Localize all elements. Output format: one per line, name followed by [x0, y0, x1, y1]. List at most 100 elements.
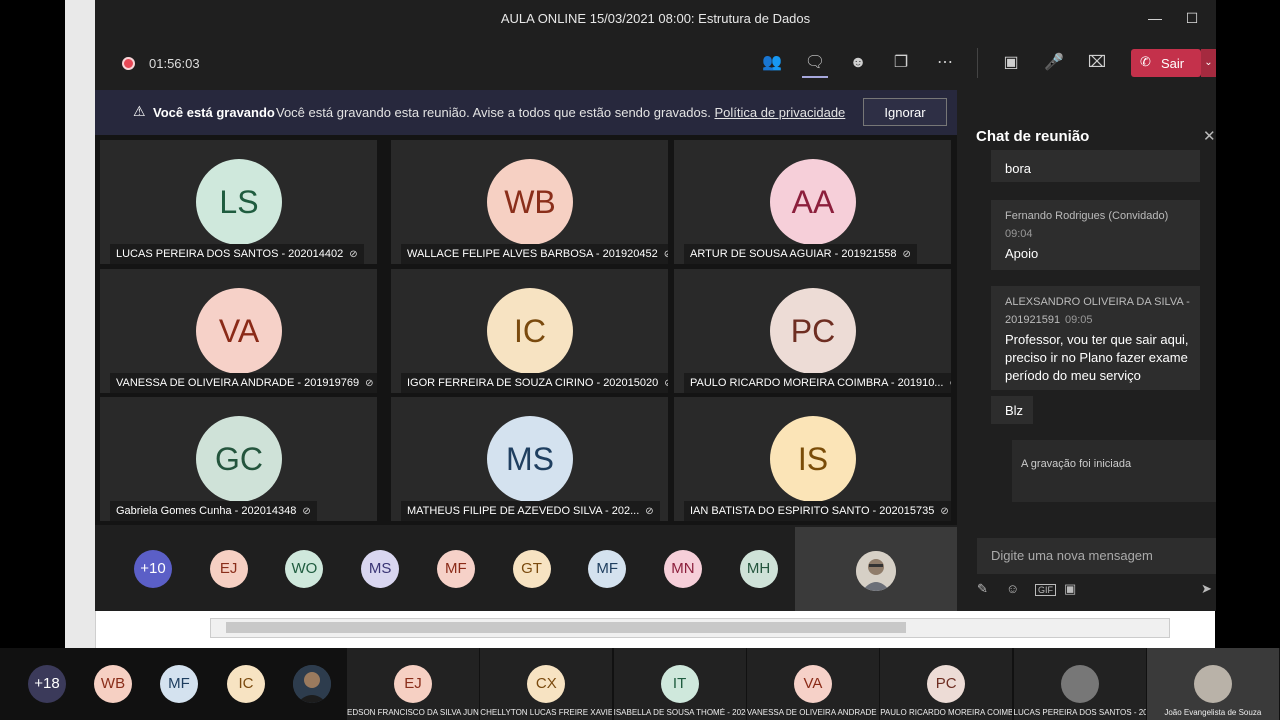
reactions-icon[interactable]: ☻: [845, 50, 871, 76]
participant-avatar[interactable]: MH: [739, 550, 778, 588]
participant-tile[interactable]: IC IGOR FERREIRA DE SOUZA CIRINO - 202015…: [391, 269, 668, 393]
leave-label: Sair: [1161, 56, 1185, 71]
participant-tile[interactable]: WB WALLACE FELIPE ALVES BARBOSA - 2019204…: [391, 140, 668, 264]
participant-avatar: PC: [927, 665, 966, 703]
participant-name: ARTUR DE SOUSA AGUIAR - 201921558 ⊘: [684, 244, 917, 264]
mic-muted-icon: ⊘: [645, 506, 654, 517]
chat-message: ALEXSANDRO OLIVEIRA DA SILVA - 201921591…: [991, 286, 1200, 390]
participant-name: LUCAS PEREIRA DOS SANTOS - 202...: [1013, 708, 1146, 717]
participant-avatar[interactable]: MF: [436, 550, 475, 588]
participant-name-text: IGOR FERREIRA DE SOUZA CIRINO - 20201502…: [407, 377, 659, 389]
participant-tile[interactable]: MS MATHEUS FILIPE DE AZEVEDO SILVA - 202.…: [391, 397, 668, 521]
minimize-icon[interactable]: —: [1145, 8, 1165, 28]
participant-avatar[interactable]: MF: [160, 665, 198, 703]
participant-avatar: AA: [770, 159, 856, 245]
leave-button[interactable]: ✆ Sair: [1131, 49, 1201, 77]
sticker-icon[interactable]: ▣: [1064, 581, 1076, 597]
maximize-icon[interactable]: ☐: [1182, 8, 1202, 28]
participant-tile[interactable]: LUCAS PEREIRA DOS SANTOS - 202...: [1013, 648, 1146, 720]
close-chat-icon[interactable]: ✕: [1203, 127, 1216, 145]
participant-name-text: PAULO RICARDO MOREIRA COIMBRA - 201910..…: [690, 377, 944, 389]
participant-tile[interactable]: AA ARTUR DE SOUSA AGUIAR - 201921558 ⊘: [674, 140, 951, 264]
chat-message: Fernando Rodrigues (Convidado) 09:04 Apo…: [991, 200, 1200, 270]
participant-name: VANESSA DE OLIVEIRA ANDRADE - 201919769 ⊘: [110, 373, 377, 393]
participant-avatar[interactable]: +18: [28, 665, 66, 703]
chat-message: bora: [991, 150, 1200, 182]
mic-muted-icon: ⊘: [663, 249, 668, 260]
participant-avatar: IT: [660, 665, 699, 703]
send-icon[interactable]: ➤: [1201, 581, 1212, 597]
emoji-icon[interactable]: ☺: [1006, 581, 1019, 596]
recording-indicator-icon: [122, 57, 135, 70]
participant-tile[interactable]: PC PAULO RICARDO MOREIRA COIMB...: [880, 648, 1013, 720]
participants-icon[interactable]: 👥: [759, 50, 785, 76]
participant-tile[interactable]: IT ISABELLA DE SOUSA THOMÉ - 2020...: [613, 648, 746, 720]
camera-off-icon[interactable]: ▣: [998, 50, 1024, 76]
participant-avatar: GC: [196, 416, 282, 502]
participant-name: VANESSA DE OLIVEIRA ANDRADE ...: [746, 708, 879, 717]
participant-tile[interactable]: João Evangelista de Souza: [1146, 648, 1279, 720]
participant-avatar: [1193, 665, 1232, 703]
self-video-tile[interactable]: [795, 527, 957, 611]
participant-avatar[interactable]: MS: [361, 550, 400, 588]
participant-avatar[interactable]: GT: [512, 550, 551, 588]
format-icon[interactable]: ✎: [977, 581, 988, 597]
leave-options-chevron-icon[interactable]: ⌄: [1201, 49, 1216, 77]
participant-tile[interactable]: PC PAULO RICARDO MOREIRA COIMBRA - 201910…: [674, 269, 951, 393]
mic-muted-icon: ⊘: [940, 506, 949, 517]
window-title: AULA ONLINE 15/03/2021 08:00: Estrutura …: [500, 11, 811, 26]
message-author: Fernando Rodrigues (Convidado): [1005, 210, 1169, 222]
mic-muted-icon: ⊘: [902, 249, 911, 260]
participant-tile[interactable]: VA VANESSA DE OLIVEIRA ANDRADE - 20191976…: [100, 269, 377, 393]
participant-tile[interactable]: GC Gabriela Gomes Cunha - 202014348 ⊘: [100, 397, 377, 521]
participant-tile[interactable]: CX CHELLYTON LUCAS FREIRE XAVIER...: [480, 648, 613, 720]
scrollbar-thumb[interactable]: [226, 622, 906, 633]
participant-name-text: WALLACE FELIPE ALVES BARBOSA - 201920452: [407, 248, 658, 260]
participant-avatar: IS: [770, 416, 856, 502]
mic-muted-icon: ⊘: [664, 378, 668, 389]
participant-avatar: PC: [770, 288, 856, 374]
participant-name-text: IAN BATISTA DO ESPIRITO SANTO - 20201573…: [690, 505, 935, 517]
participant-avatar: EJ: [394, 665, 432, 703]
participant-name: Gabriela Gomes Cunha - 202014348 ⊘: [110, 501, 317, 521]
participant-avatar[interactable]: MN: [663, 550, 702, 588]
message-text: Apoio: [1005, 246, 1039, 261]
participant-avatar[interactable]: +10: [134, 550, 172, 588]
breakout-rooms-icon[interactable]: ❐: [888, 50, 914, 76]
message-text: preciso ir no Plano fazer exame: [1005, 350, 1188, 365]
banner-title: Você está gravando: [153, 105, 275, 120]
participant-strip: +10 EJ WO MS MF GT MF MN MH: [95, 525, 957, 611]
participant-avatar: VA: [196, 288, 282, 374]
participant-avatar[interactable]: [293, 665, 331, 703]
message-time: 09:05: [1065, 314, 1093, 326]
background-horizontal-scrollbar[interactable]: [210, 618, 1170, 638]
privacy-policy-link[interactable]: Política de privacidade: [714, 105, 845, 120]
participant-tile[interactable]: IS IAN BATISTA DO ESPIRITO SANTO - 202015…: [674, 397, 951, 521]
banner-message: Você está gravando esta reunião. Avise a…: [276, 105, 711, 120]
participant-tile[interactable]: EJ EDSON FRANCISCO DA SILVA JUNI...: [347, 648, 479, 720]
message-input[interactable]: Digite uma nova mensagem: [977, 538, 1216, 574]
participant-avatar[interactable]: IC: [227, 665, 265, 703]
chat-panel: Chat de reunião ✕ bora FR Fernando Rodri…: [957, 90, 1216, 611]
participant-avatar: CX: [527, 665, 566, 703]
system-text: A gravação foi iniciada: [1021, 458, 1132, 470]
dismiss-button[interactable]: Ignorar: [863, 98, 947, 126]
participant-avatar: IC: [487, 288, 573, 374]
participant-name: CHELLYTON LUCAS FREIRE XAVIER...: [480, 708, 613, 717]
message-author: ALEXSANDRO OLIVEIRA DA SILVA -: [1005, 296, 1190, 308]
participant-avatar[interactable]: WB: [94, 665, 132, 703]
phone-icon: ✆: [1140, 54, 1151, 69]
chat-icon[interactable]: 🗨: [802, 50, 828, 78]
microphone-icon[interactable]: 🎤: [1041, 50, 1067, 76]
gif-icon[interactable]: GIF: [1035, 584, 1056, 596]
share-screen-stop-icon[interactable]: ⌧: [1084, 50, 1110, 76]
participant-name: PAULO RICARDO MOREIRA COIMB...: [880, 708, 1013, 717]
participant-tile[interactable]: LS LUCAS PEREIRA DOS SANTOS - 202014402 ⊘: [100, 140, 377, 264]
participant-name: WALLACE FELIPE ALVES BARBOSA - 201920452…: [401, 244, 668, 264]
more-actions-icon[interactable]: ⋯: [932, 50, 958, 76]
message-text: Professor, vou ter que sair aqui,: [1005, 332, 1189, 347]
participant-avatar[interactable]: EJ: [209, 550, 248, 588]
participant-avatar[interactable]: MF: [588, 550, 627, 588]
participant-tile[interactable]: VA VANESSA DE OLIVEIRA ANDRADE ...: [746, 648, 879, 720]
participant-avatar[interactable]: WO: [285, 550, 324, 588]
